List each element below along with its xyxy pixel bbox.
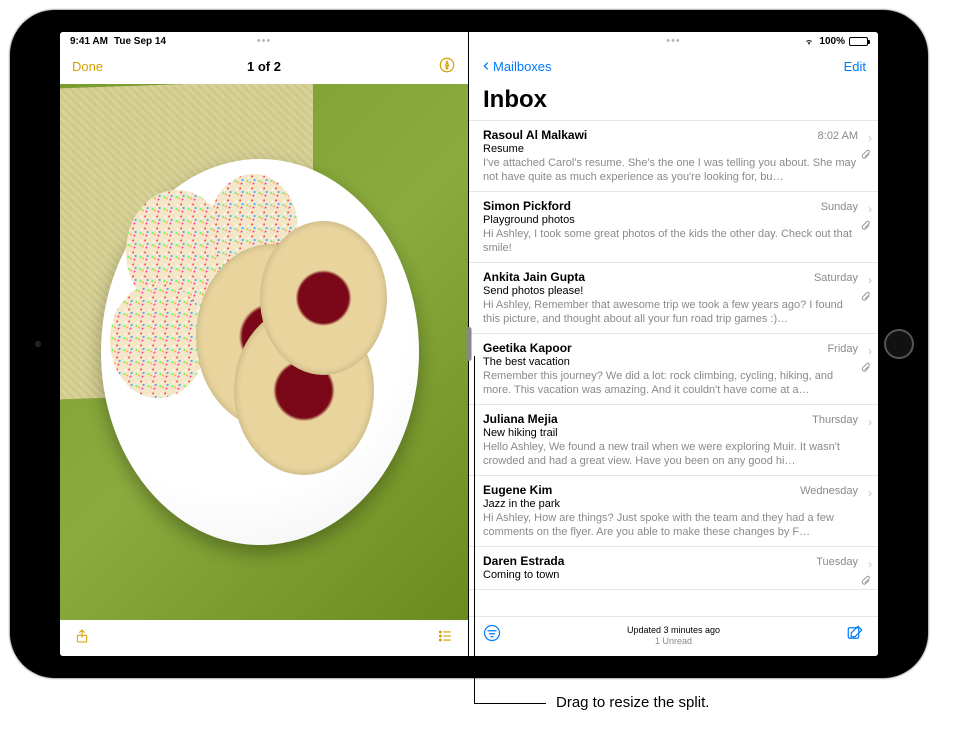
mail-item[interactable]: Daren Estrada TuesdayComing to town › [469, 547, 878, 590]
done-button[interactable]: Done [72, 59, 103, 74]
mail-sender: Ankita Jain Gupta [483, 270, 585, 284]
mail-sender: Simon Pickford [483, 199, 571, 213]
list-button[interactable] [436, 629, 454, 648]
caption-text: Drag to resize the split. [556, 694, 709, 711]
multitask-indicator-icon[interactable]: ••• [666, 35, 681, 47]
home-button[interactable] [884, 329, 914, 359]
chevron-right-icon: › [868, 344, 872, 358]
wifi-icon [803, 37, 815, 46]
mail-sender: Daren Estrada [483, 554, 564, 568]
split-view-handle[interactable] [467, 327, 472, 361]
mail-item[interactable]: Eugene Kim WednesdayJazz in the parkHi As… [469, 476, 878, 547]
statusbar-date: Tue Sep 14 [114, 36, 166, 47]
mail-subject: The best vacation [483, 356, 858, 368]
share-icon [74, 627, 90, 645]
cookie-sprinkle [110, 283, 205, 399]
battery-icon [849, 37, 868, 46]
mail-subject: Coming to town [483, 569, 858, 581]
mail-time: Sunday [821, 201, 858, 213]
mail-item[interactable]: Juliana Mejia ThursdayNew hiking trailHel… [469, 405, 878, 476]
mail-status: Updated 3 minutes ago 1 Unread [627, 625, 720, 647]
ipad-frame: 9:41 AM Tue Sep 14 ••• Done 1 of 2 [10, 10, 928, 678]
callout-line [474, 356, 475, 704]
mail-preview: Hi Ashley, Remember that awesome trip we… [483, 298, 858, 326]
mail-subject: Jazz in the park [483, 498, 858, 510]
attachment-icon [861, 360, 871, 378]
photo-content[interactable] [60, 84, 468, 620]
screen: 9:41 AM Tue Sep 14 ••• Done 1 of 2 [60, 32, 878, 656]
mail-subject: Send photos please! [483, 285, 858, 297]
mail-subject: Playground photos [483, 214, 858, 226]
mail-item[interactable]: Ankita Jain Gupta SaturdaySend photos ple… [469, 263, 878, 334]
filter-icon [483, 624, 501, 642]
attachment-icon [861, 573, 871, 591]
mail-time: 8:02 AM [818, 130, 858, 142]
compose-icon [846, 624, 864, 642]
attachment-icon [861, 147, 871, 165]
mail-preview: Hi Ashley, I took some great photos of t… [483, 227, 858, 255]
chevron-right-icon: › [868, 415, 872, 429]
inbox-title: Inbox [469, 84, 878, 120]
attachment-icon [861, 289, 871, 307]
mail-sender: Eugene Kim [483, 483, 552, 497]
mail-status-updated: Updated 3 minutes ago [627, 625, 720, 636]
attachment-icon [861, 218, 871, 236]
mail-time: Thursday [812, 414, 858, 426]
mail-time: Tuesday [816, 556, 858, 568]
mail-sender: Juliana Mejia [483, 412, 558, 426]
mail-subject: Resume [483, 143, 858, 155]
photo-app-pane: 9:41 AM Tue Sep 14 ••• Done 1 of 2 [60, 32, 469, 656]
back-label: Mailboxes [493, 59, 552, 74]
mail-subject: New hiking trail [483, 427, 858, 439]
mail-bottombar: Updated 3 minutes ago 1 Unread [469, 616, 878, 656]
chevron-right-icon: › [868, 486, 872, 500]
edit-button[interactable]: Edit [844, 59, 866, 74]
mail-list[interactable]: Rasoul Al Malkawi 8:02 AMResumeI've attac… [469, 120, 878, 616]
mail-preview: Remember this journey? We did a lot: roc… [483, 369, 858, 397]
mailboxes-back-button[interactable]: Mailboxes [481, 58, 552, 74]
multitask-indicator-icon[interactable]: ••• [257, 35, 272, 47]
mail-sender: Rasoul Al Malkawi [483, 128, 587, 142]
statusbar-time: 9:41 AM [70, 36, 108, 47]
mail-time: Saturday [814, 272, 858, 284]
chevron-right-icon: › [868, 202, 872, 216]
mail-item[interactable]: Simon Pickford SundayPlayground photosHi … [469, 192, 878, 263]
mail-preview: Hello Ashley, We found a new trail when … [483, 440, 858, 468]
chevron-right-icon: › [868, 557, 872, 571]
mail-item[interactable]: Rasoul Al Malkawi 8:02 AMResumeI've attac… [469, 121, 878, 192]
photo-navbar: Done 1 of 2 [60, 50, 468, 84]
compose-button[interactable] [846, 624, 864, 647]
markup-icon [438, 56, 456, 74]
photo-counter: 1 of 2 [60, 59, 468, 74]
mail-item[interactable]: Geetika Kapoor FridayThe best vacationRem… [469, 334, 878, 405]
photo-plate [101, 159, 419, 545]
mail-time: Wednesday [800, 485, 858, 497]
markup-button[interactable] [438, 56, 456, 77]
battery-pct: 100% [819, 36, 845, 47]
mail-sender: Geetika Kapoor [483, 341, 572, 355]
chevron-right-icon: › [868, 273, 872, 287]
filter-button[interactable] [483, 624, 501, 647]
mail-time: Friday [827, 343, 858, 355]
mail-preview: Hi Ashley, How are things? Just spoke wi… [483, 511, 858, 539]
share-button[interactable] [74, 627, 90, 650]
mail-app-pane: 100% ••• Mailboxes Edit Inbox Rasoul Al … [469, 32, 878, 656]
cookie-jam [260, 221, 387, 375]
list-icon [436, 629, 454, 643]
chevron-right-icon: › [868, 131, 872, 145]
front-camera [35, 341, 41, 347]
photo-bottombar [60, 620, 468, 656]
mail-status-unread: 1 Unread [627, 636, 720, 647]
chevron-left-icon [481, 58, 491, 74]
mail-navbar: Mailboxes Edit [469, 50, 878, 84]
mail-preview: I've attached Carol's resume. She's the … [483, 156, 858, 184]
